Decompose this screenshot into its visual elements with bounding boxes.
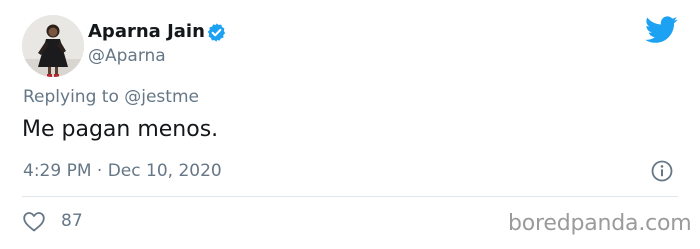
tweet-time: 4:29 PM [23, 161, 92, 181]
tweet-timestamp[interactable]: 4:29 PM · Dec 10, 2020 [23, 160, 222, 182]
replying-to-line: Replying to @jestme [23, 86, 199, 108]
tweet-text: Me pagan menos. [22, 117, 219, 142]
replying-to-label: Replying to [23, 87, 119, 107]
divider [22, 196, 678, 197]
like-count: 87 [61, 211, 83, 231]
watermark: boredpanda.com [508, 211, 692, 236]
display-name[interactable]: Aparna Jain [88, 21, 205, 43]
avatar-photo [22, 15, 84, 77]
reply-mention-link[interactable]: @jestme [124, 87, 199, 107]
twitter-bird-icon[interactable] [645, 16, 678, 44]
avatar[interactable] [22, 15, 84, 77]
verified-badge-icon [207, 23, 226, 42]
tweet-date: Dec 10, 2020 [107, 161, 222, 181]
meta-separator: · [96, 161, 103, 181]
info-icon[interactable] [650, 159, 674, 183]
author-handle[interactable]: @Aparna [88, 46, 166, 67]
heart-icon[interactable] [22, 210, 46, 232]
